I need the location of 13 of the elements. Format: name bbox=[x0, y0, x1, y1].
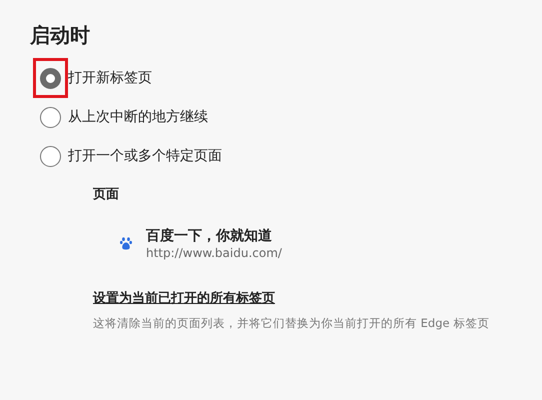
radio-label[interactable]: 从上次中断的地方继续 bbox=[68, 106, 208, 128]
paw-icon bbox=[120, 237, 132, 250]
radio-button[interactable] bbox=[40, 146, 61, 166]
section-heading: 启动时 bbox=[30, 22, 91, 48]
description-text: 这将清除当前的页面列表，并将它们替换为你当前打开的所有 Edge 标签页 bbox=[93, 314, 490, 332]
page-url: http://www.baidu.com/ bbox=[146, 244, 282, 260]
pages-label: 页面 bbox=[93, 186, 120, 204]
radio-button[interactable] bbox=[40, 68, 61, 88]
radio-label[interactable]: 打开一个或多个特定页面 bbox=[68, 146, 222, 166]
radio-label[interactable]: 打开新标签页 bbox=[68, 68, 152, 88]
radio-button[interactable] bbox=[40, 106, 61, 128]
set-current-tabs-link[interactable]: 设置为当前已打开的所有标签页 bbox=[93, 288, 275, 308]
page-title: 百度一下，你就知道 bbox=[146, 226, 273, 244]
